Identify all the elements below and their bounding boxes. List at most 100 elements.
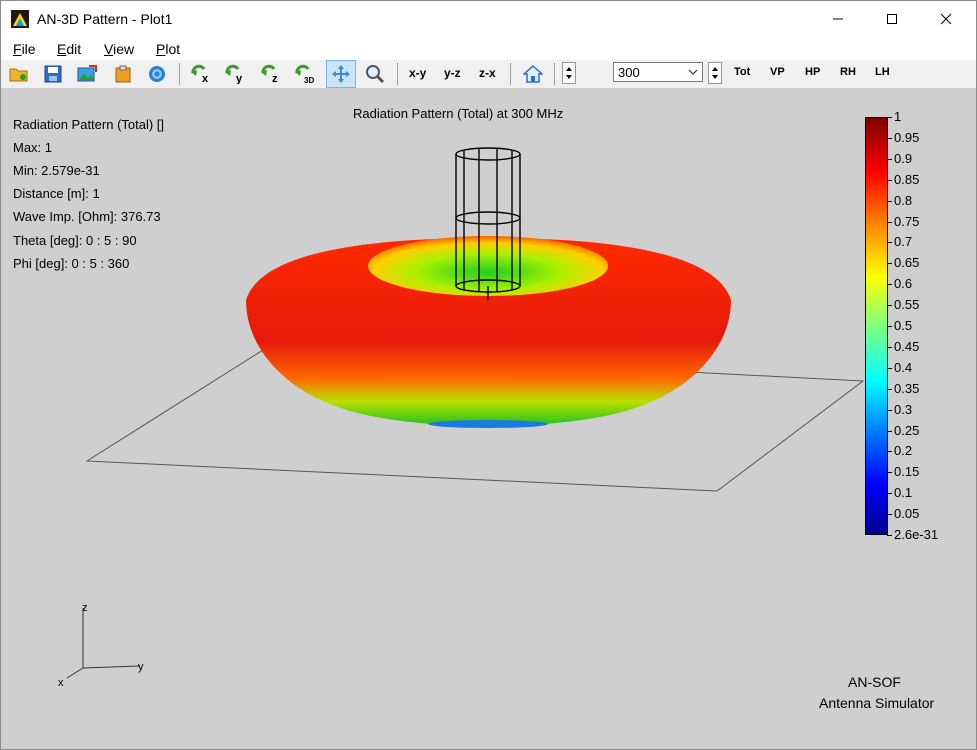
clipboard-button[interactable]	[111, 62, 135, 86]
window-title: AN-3D Pattern - Plot1	[37, 11, 173, 27]
rotate-y-button[interactable]: y	[223, 62, 247, 86]
colorbar-label: 0.35	[894, 380, 920, 396]
colorbar-tick	[887, 179, 892, 181]
clipboard-icon	[115, 65, 131, 83]
colorbar-tick	[887, 472, 892, 474]
frequency-spinner[interactable]	[708, 62, 722, 84]
polarization-total-button[interactable]: Tot	[734, 66, 750, 78]
colorbar-label: 2.6e-31	[894, 527, 939, 542]
rotate-x-icon: x	[191, 64, 209, 84]
menu-bar: File Edit View Plot	[1, 37, 976, 60]
save-button[interactable]	[41, 62, 65, 86]
app-window: AN-3D Pattern - Plot1 File Edit View Plo…	[0, 0, 977, 750]
colorbar-tick	[887, 326, 892, 327]
plot-canvas[interactable]: Radiation Pattern (Total) at 300 MHz Rad…	[1, 88, 976, 749]
title-bar: AN-3D Pattern - Plot1	[1, 1, 976, 37]
toolbar: x y z 3D x-y y-z z-x Tot VP HP RH LH	[1, 60, 976, 88]
colorbar-tick	[887, 367, 892, 369]
colorbar-label: 0.6	[894, 276, 913, 292]
svg-text:3D: 3D	[304, 76, 314, 84]
colorbar-label: 1	[894, 109, 902, 124]
colorbar-tick	[887, 158, 892, 160]
colorbar-label: 0.9	[894, 150, 913, 166]
minimize-icon	[833, 18, 843, 20]
colorbar-label: 0.4	[894, 359, 913, 375]
home-icon	[523, 64, 543, 83]
colorbar-label: 0.1	[894, 485, 913, 501]
svg-text:x: x	[202, 73, 209, 84]
brand-tagline: Antenna Simulator	[819, 695, 935, 711]
rotate-3d-button[interactable]: 3D	[293, 62, 317, 86]
colorbar-tick	[887, 430, 892, 432]
colorbar-label: 0.65	[894, 255, 920, 271]
colorbar-label: 0.95	[894, 129, 920, 145]
colorbar-label: 0.55	[894, 297, 920, 313]
toolbar-separator	[510, 63, 511, 85]
colorbar	[865, 117, 888, 535]
view-xy-button[interactable]: x-y	[409, 66, 426, 80]
frequency-step-spinner[interactable]	[562, 62, 576, 84]
pan-arrows-icon	[332, 65, 350, 83]
brand-name: AN-SOF	[848, 674, 901, 690]
colorbar-label: 0.25	[894, 422, 920, 438]
settings-button[interactable]	[145, 62, 169, 86]
colorbar-tick	[887, 221, 892, 223]
colorbar-tick	[887, 493, 892, 495]
toolbar-separator	[179, 63, 180, 85]
colorbar-tick	[887, 200, 892, 202]
spinner-arrows-icon	[566, 67, 572, 79]
colorbar-tick	[887, 514, 892, 516]
pattern-null-bottom	[428, 420, 548, 428]
colorbar-label: 0.3	[894, 401, 913, 417]
chevron-down-icon	[688, 69, 698, 75]
view-zx-button[interactable]: z-x	[479, 66, 496, 80]
menu-view[interactable]: View	[104, 41, 134, 57]
colorbar-tick	[887, 388, 892, 390]
save-icon	[44, 65, 62, 83]
colorbar-tick	[887, 346, 892, 348]
svg-text:z: z	[272, 73, 278, 84]
close-icon	[940, 13, 952, 25]
rotate-x-button[interactable]: x	[189, 62, 213, 86]
menu-edit[interactable]: Edit	[57, 41, 81, 57]
export-image-button[interactable]	[75, 62, 99, 86]
polarization-rh-button[interactable]: RH	[840, 66, 856, 78]
polarization-vp-button[interactable]: VP	[770, 66, 785, 78]
frequency-value: 300	[618, 65, 640, 80]
pan-button[interactable]	[326, 60, 356, 88]
close-button[interactable]	[923, 1, 969, 37]
menu-file[interactable]: File	[13, 41, 36, 57]
image-export-icon	[77, 65, 97, 82]
colorbar-tick	[887, 451, 892, 453]
spinner-arrows-icon	[712, 67, 718, 79]
maximize-icon	[887, 14, 897, 24]
open-button[interactable]	[7, 62, 31, 86]
rotate-z-button[interactable]: z	[259, 62, 283, 86]
gear-icon	[149, 66, 165, 82]
toolbar-separator	[397, 63, 398, 85]
colorbar-tick	[887, 409, 892, 411]
rotate-3d-icon: 3D	[295, 64, 314, 84]
menu-plot[interactable]: Plot	[156, 41, 180, 57]
colorbar-tick	[887, 117, 892, 118]
minimize-button[interactable]	[815, 1, 861, 37]
polarization-lh-button[interactable]: LH	[875, 66, 890, 78]
axis-y-label: y	[138, 661, 144, 673]
axis-triad	[66, 608, 140, 679]
colorbar-tick	[887, 242, 892, 244]
colorbar-label: 0.45	[894, 338, 920, 354]
maximize-button[interactable]	[869, 1, 915, 37]
frequency-select[interactable]: 300	[613, 62, 703, 82]
colorbar-label: 0.5	[894, 318, 913, 333]
colorbar-label: 0.7	[894, 234, 913, 250]
colorbar-label: 0.75	[894, 213, 920, 229]
colorbar-label: 0.2	[894, 443, 913, 459]
folder-open-icon	[9, 68, 28, 82]
polarization-hp-button[interactable]: HP	[805, 66, 820, 78]
rotate-z-icon: z	[261, 64, 278, 84]
colorbar-tick	[887, 263, 892, 265]
home-view-button[interactable]	[521, 62, 545, 86]
colorbar-label: 0.8	[894, 192, 913, 208]
zoom-button[interactable]	[363, 62, 387, 86]
view-yz-button[interactable]: y-z	[444, 66, 461, 80]
